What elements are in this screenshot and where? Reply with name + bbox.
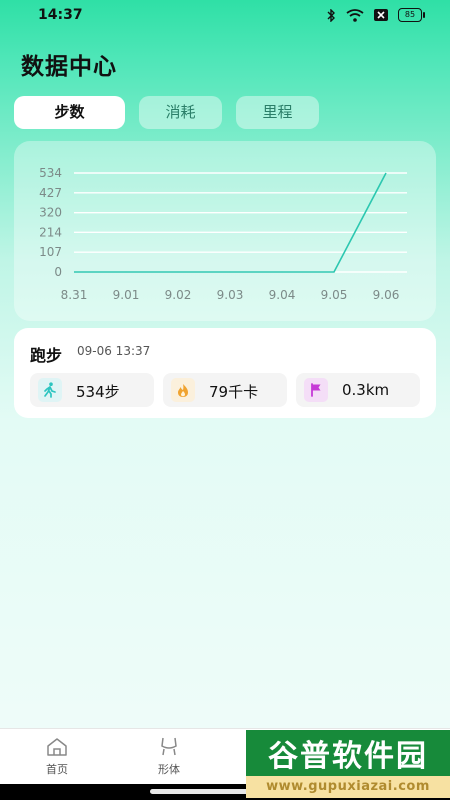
stat-calories: 79千卡 xyxy=(163,373,287,407)
status-bar: 14:37 85 xyxy=(0,0,450,32)
y-tick-label: 320 xyxy=(39,206,62,220)
wifi-icon xyxy=(346,8,364,22)
bluetooth-icon xyxy=(327,8,335,22)
x-tick-label: 9.06 xyxy=(373,288,400,302)
watermark-url: www.gupuxiazai.com xyxy=(246,776,450,798)
stat-calories-value: 79千卡 xyxy=(209,383,259,401)
tab-calories[interactable]: 消耗 xyxy=(139,96,222,129)
steps-line-chart: 0 107 214 320 427 534 8.31 9.01 9.02 9.03 9.04 9.05… xyxy=(39,166,407,302)
x-tick-label: 9.05 xyxy=(321,288,348,302)
y-tick-label: 427 xyxy=(39,186,62,200)
y-tick-label: 0 xyxy=(54,265,62,279)
watermark-banner: 谷普软件园 xyxy=(246,730,450,776)
status-icons: 85 xyxy=(326,8,425,22)
x-tick-label: 9.04 xyxy=(269,288,296,302)
tab-distance[interactable]: 里程 xyxy=(236,96,319,129)
x-tick-label: 9.01 xyxy=(113,288,140,302)
y-tick-label: 214 xyxy=(39,225,62,239)
y-tick-label: 534 xyxy=(39,166,62,180)
stat-distance-value: 0.3km xyxy=(342,381,390,399)
flag-icon xyxy=(304,378,328,402)
tab-bar: 步数 消耗 里程 xyxy=(14,96,319,129)
home-icon xyxy=(47,738,67,756)
status-time: 14:37 xyxy=(38,7,83,23)
y-tick-label: 107 xyxy=(39,245,62,259)
x-tick-label: 9.02 xyxy=(165,288,192,302)
flame-icon xyxy=(171,378,195,402)
watermark-title: 谷普软件园 xyxy=(268,739,428,774)
record-title: 跑步 xyxy=(30,346,63,365)
page-title: 数据中心 xyxy=(21,54,117,80)
walking-person-icon xyxy=(38,378,62,402)
stat-steps: 534步 xyxy=(30,373,154,407)
watermark: 谷普软件园 www.gupuxiazai.com xyxy=(246,730,450,800)
sim-off-icon xyxy=(374,9,388,21)
stat-distance: 0.3km xyxy=(296,373,420,407)
nav-label-body: 形体 xyxy=(158,763,180,776)
nav-item-home[interactable]: 首页 xyxy=(27,737,87,777)
x-tick-label: 9.03 xyxy=(217,288,244,302)
nav-label-home: 首页 xyxy=(46,763,68,776)
steps-chart-card: 0 107 214 320 427 534 8.31 9.01 9.02 9.03 9.04 9.05… xyxy=(14,141,436,321)
record-time: 09-06 13:37 xyxy=(77,344,151,358)
battery-icon: 85 xyxy=(398,8,425,22)
nav-item-body[interactable]: 形体 xyxy=(139,737,199,777)
run-record-card[interactable]: 跑步 09-06 13:37 534步 79千卡 0.3km xyxy=(14,328,436,418)
x-tick-label: 8.31 xyxy=(61,288,88,302)
series-line-steps xyxy=(74,172,387,273)
stat-steps-value: 534步 xyxy=(76,383,120,401)
body-icon xyxy=(161,737,177,756)
tab-steps[interactable]: 步数 xyxy=(14,96,125,129)
